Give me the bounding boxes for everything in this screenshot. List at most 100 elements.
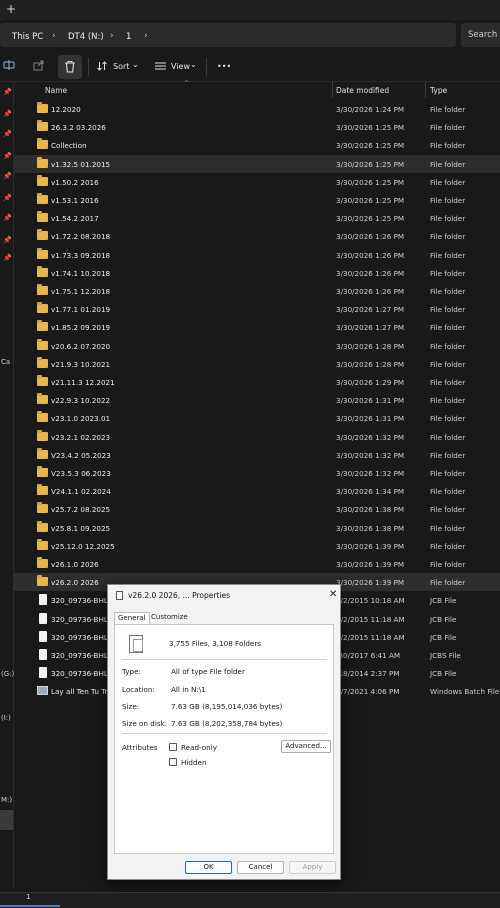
search-input[interactable]: Search 1	[461, 23, 500, 47]
row-name: 320_09736-BHL-	[51, 651, 111, 660]
breadcrumb[interactable]: This PC › DT4 (N:) › 1 ›	[0, 23, 456, 47]
cancel-button[interactable]: Cancel	[237, 861, 284, 874]
folder-row[interactable]: v26.1.0 2026 3/30/2026 1:39 PM File folder	[14, 555, 500, 573]
folder-row[interactable]: v1.54.2 2017 3/30/2026 1:25 PM File folder	[14, 209, 500, 227]
folder-row[interactable]: v23.1.0 2023.01 3/30/2026 1:31 PM File fol…	[14, 409, 500, 427]
ok-button[interactable]: OK	[185, 861, 232, 874]
row-date: 3/30/2026 1:26 PM	[336, 232, 405, 242]
nav-item-drive-i[interactable]: (I:)	[1, 714, 11, 722]
folder-row[interactable]: V23.4.2 05.2023 3/30/2026 1:32 PM File fol…	[14, 446, 500, 464]
nav-item-drive-m[interactable]: M:)	[1, 796, 12, 804]
file-icon	[39, 649, 47, 660]
row-name: 320_09736-BHL-	[51, 632, 111, 642]
row-date: 3/30/2026 1:25 PM	[336, 141, 405, 151]
row-name: 320_09736-BHL-	[51, 669, 111, 679]
folder-icon	[37, 575, 48, 587]
row-type: File folder	[430, 214, 466, 224]
folder-row[interactable]: v1.74.1 10.2018 3/30/2026 1:26 PM File fol…	[14, 264, 500, 282]
rename-icon[interactable]	[3, 59, 15, 74]
folder-row[interactable]: v1.73.3 09.2018 3/30/2026 1:26 PM File fol…	[14, 246, 500, 264]
folder-row[interactable]: V23.5.3 06.2023 3/30/2026 1:32 PM File fol…	[14, 464, 500, 482]
row-date: 2/7/2021 4:06 PM	[336, 687, 400, 697]
folder-row[interactable]: v1.50.2 2016 3/30/2026 1:25 PM File folder	[14, 173, 500, 191]
pin-icon: 📌	[3, 130, 12, 138]
folder-row[interactable]: 26.3.2 03.2026 3/30/2026 1:25 PM File fold…	[14, 118, 500, 136]
new-tab-icon[interactable]: +	[6, 2, 16, 16]
delete-button[interactable]	[58, 55, 82, 79]
folder-row[interactable]: V24.1.1 02.2024 3/30/2026 1:34 PM File fol…	[14, 482, 500, 500]
tab-general[interactable]: General	[114, 612, 150, 624]
row-name: V23.4.2 05.2023	[51, 450, 111, 460]
folder-row[interactable]: v25.7.2 08.2025 3/30/2026 1:38 PM File fol…	[14, 500, 500, 518]
more-options-button[interactable]: •••	[217, 62, 231, 71]
row-date: 3/30/2026 1:27 PM	[336, 323, 405, 333]
row-name: v25.8.1 09.2025	[51, 523, 111, 533]
column-divider[interactable]	[332, 82, 333, 98]
file-count: 3,755 Files, 3,108 Folders	[169, 639, 262, 648]
folder-row[interactable]: v25.8.1 09.2025 3/30/2026 1:38 PM File fol…	[14, 519, 500, 537]
folder-row[interactable]: v1.75.1 12.2018 3/30/2026 1:26 PM File fol…	[14, 282, 500, 300]
folder-row[interactable]: v1.53.1 2016 3/30/2026 1:25 PM File folder	[14, 191, 500, 209]
row-type: File folder	[430, 123, 466, 133]
breadcrumb-this-pc[interactable]: This PC	[12, 32, 43, 42]
nav-item-drive-g[interactable]: (G:)	[1, 670, 14, 678]
row-type: File folder	[430, 287, 466, 296]
row-name: 320_09736-BHL-	[51, 596, 111, 606]
chevron-down-icon: ⌄	[132, 60, 139, 69]
apply-button[interactable]: Apply	[289, 861, 336, 874]
folder-row[interactable]: v20.6.2 07.2020 3/30/2026 1:28 PM File fol…	[14, 337, 500, 355]
share-icon[interactable]	[33, 59, 45, 74]
folder-row[interactable]: v1.72.2 08.2018 3/30/2026 1:26 PM File fol…	[14, 227, 500, 245]
tab-customize[interactable]: Customize	[148, 612, 191, 624]
view-button[interactable]: View	[171, 62, 190, 71]
breadcrumb-drive[interactable]: DT4 (N:)	[68, 32, 104, 42]
folder-row[interactable]: v21.11.3 12.2021 3/30/2026 1:29 PM File fo…	[14, 373, 500, 391]
row-type: File folder	[430, 378, 466, 387]
folder-row[interactable]: v21.9.3 10.2021 3/30/2026 1:28 PM File fol…	[14, 355, 500, 373]
file-icon	[39, 594, 47, 606]
folder-icon	[37, 156, 48, 168]
row-date: /30/2017 6:41 AM	[336, 651, 401, 660]
column-type[interactable]: Type	[430, 86, 447, 95]
readonly-label[interactable]: Read-only	[181, 743, 217, 752]
folder-icon	[37, 393, 48, 405]
hidden-checkbox[interactable]	[169, 758, 177, 766]
folder-row[interactable]: v1.85.2 09.2019 3/30/2026 1:27 PM File fol…	[14, 318, 500, 336]
folder-row[interactable]: v1.32.5 01.2015 3/30/2026 1:25 PM File fol…	[14, 154, 500, 173]
pin-icon: 📌	[3, 236, 12, 244]
row-name: v25.12.0 12.2025	[51, 541, 115, 551]
row-type: JCB File	[430, 632, 457, 642]
folder-row[interactable]: v1.77.1 01.2019 3/30/2026 1:27 PM File fol…	[14, 300, 500, 318]
breadcrumb-folder[interactable]: 1	[126, 32, 131, 42]
folder-icon	[37, 320, 48, 332]
advanced-button[interactable]: Advanced...	[281, 740, 331, 753]
column-name[interactable]: Name	[45, 86, 67, 95]
row-type: JCBS File	[430, 651, 461, 660]
folder-row[interactable]: v22.9.3 10.2022 3/30/2026 1:31 PM File fol…	[14, 391, 500, 409]
folder-row[interactable]: v23.2.1 02.2023 3/30/2026 1:32 PM File fol…	[14, 428, 500, 446]
row-type: File folder	[430, 141, 466, 151]
close-icon[interactable]: ✕	[329, 589, 337, 600]
folder-row[interactable]: Collection 3/30/2026 1:25 PM File folder	[14, 136, 500, 154]
column-date-modified[interactable]: Date modified	[336, 86, 389, 95]
row-name: v21.9.3 10.2021	[51, 359, 111, 369]
navigation-pane: 📌 📌 📌 📌 📌 📌 📌 📌 📌 Ca (G:) (I:) M:)	[0, 82, 14, 890]
row-date: 3/30/2026 1:31 PM	[336, 414, 405, 424]
nav-selected-item[interactable]	[0, 810, 13, 830]
column-divider[interactable]	[425, 82, 426, 98]
sort-button[interactable]: Sort	[113, 62, 129, 71]
row-name: v1.77.1 01.2019	[51, 305, 111, 315]
folder-icon	[37, 265, 48, 277]
chevron-down-icon: ⌄	[190, 60, 197, 69]
folder-icon	[37, 466, 48, 477]
nav-item-ca[interactable]: Ca	[1, 358, 10, 366]
folder-row[interactable]: 12.2020 3/30/2026 1:24 PM File folder	[14, 100, 500, 118]
hidden-label[interactable]: Hidden	[181, 758, 207, 767]
folder-icon	[37, 502, 48, 514]
readonly-checkbox[interactable]	[169, 743, 177, 751]
folder-row[interactable]: v25.12.0 12.2025 3/30/2026 1:39 PM File fo…	[14, 537, 500, 555]
row-name: v26.1.0 2026	[51, 560, 99, 569]
row-type: File folder	[430, 105, 466, 114]
folder-icon	[37, 120, 48, 132]
folder-icon	[37, 557, 48, 568]
